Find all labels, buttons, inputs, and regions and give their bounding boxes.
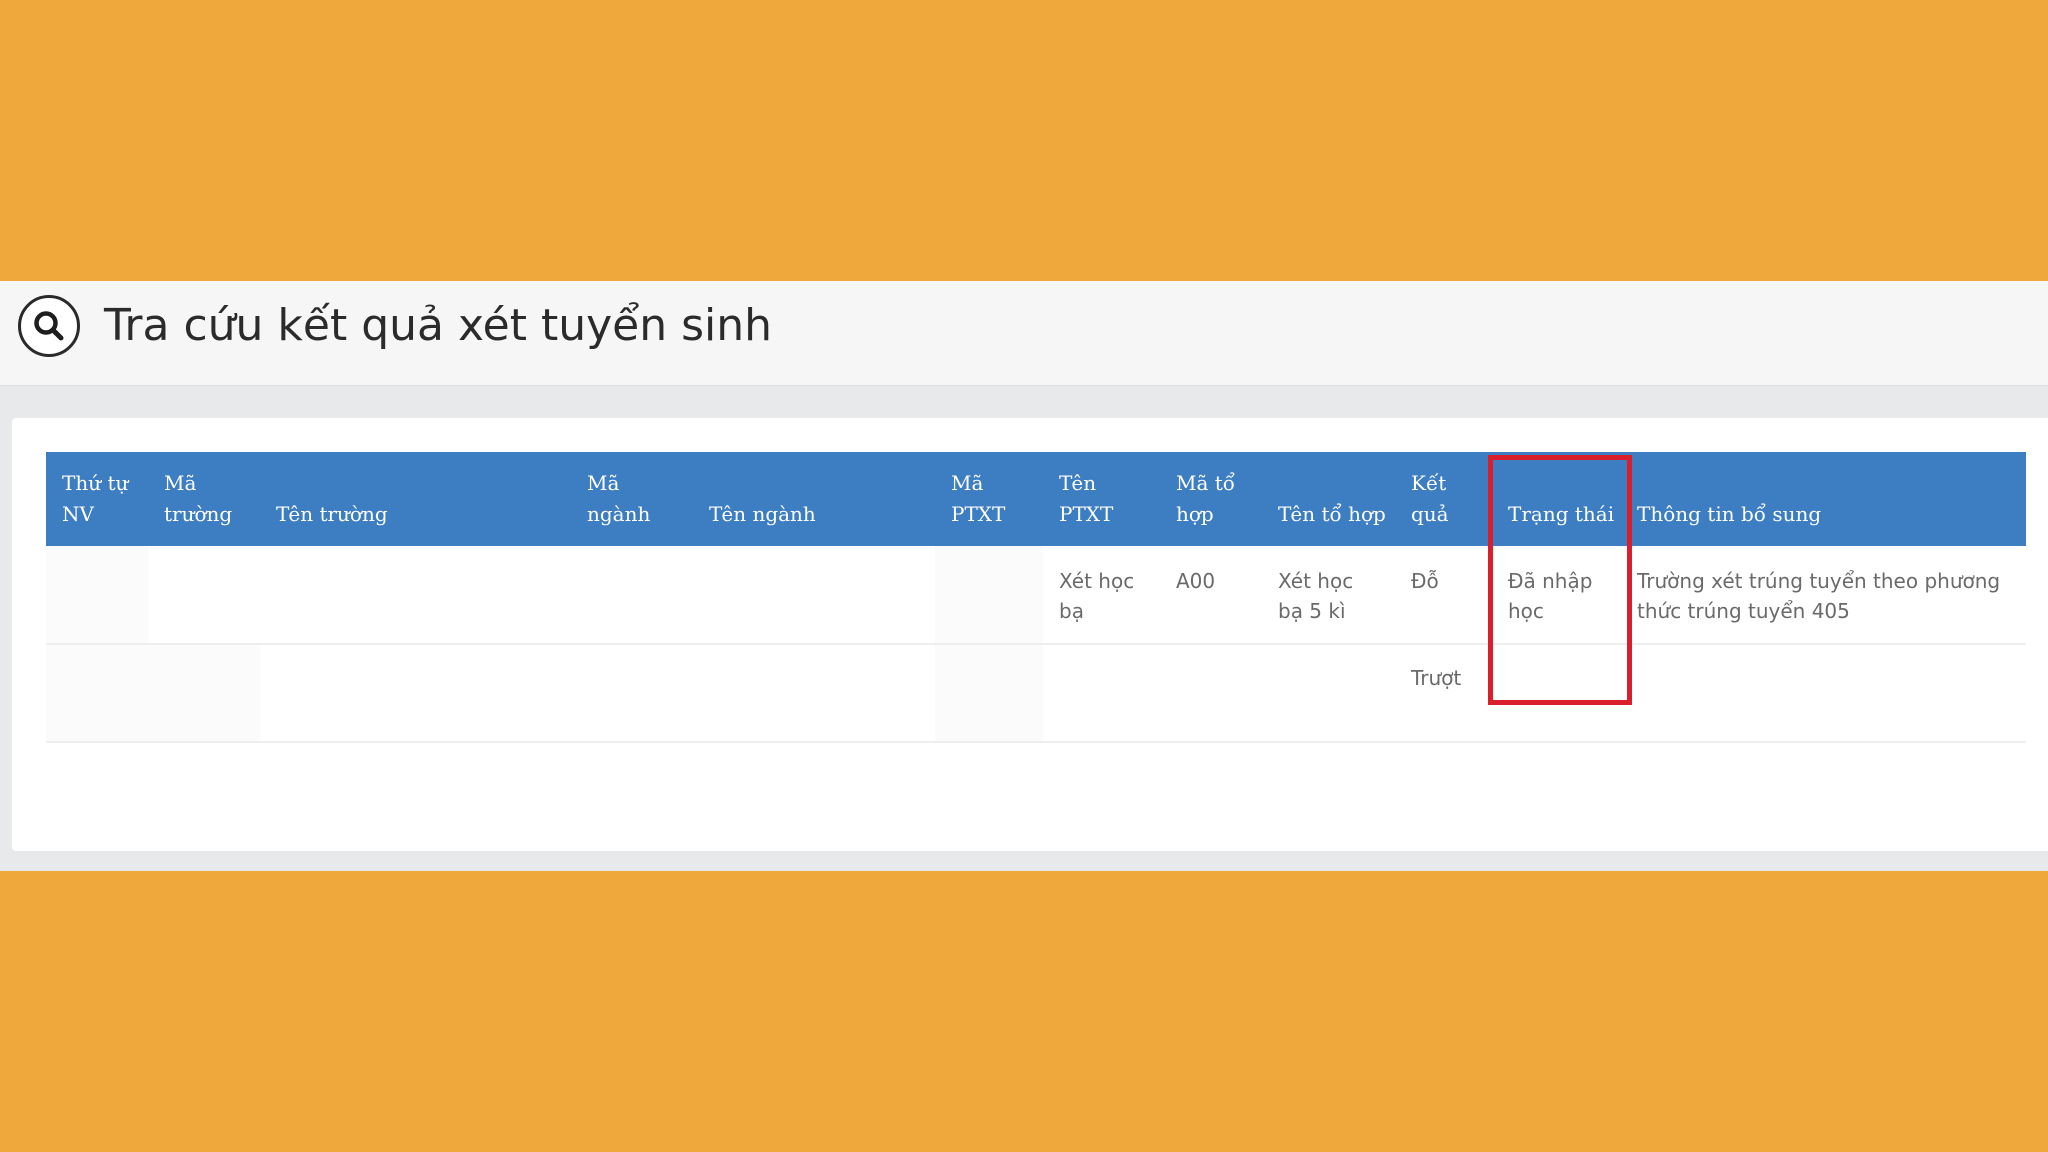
header-ma-ptxt[interactable]: Mã PTXT	[935, 452, 1043, 546]
cell-ten-ptxt	[1043, 644, 1160, 743]
header-ma-nganh[interactable]: Mã ngành	[571, 452, 693, 546]
cell-ten-to-hop	[1262, 644, 1395, 743]
table-row[interactable]: Trượt	[46, 644, 2026, 743]
header-ma-to-hop[interactable]: Mã tổ hợp	[1160, 452, 1262, 546]
cell-ma-truong	[148, 546, 260, 645]
results-card: Thứ tự NV Mã trường Tên trường Mã ngành Tên…	[12, 418, 2048, 851]
cell-ten-nganh	[693, 644, 935, 743]
title-bar: Tra cứu kết quả xét tuyển sinh	[0, 281, 2048, 386]
header-ten-truong[interactable]: Tên trường	[260, 452, 571, 546]
cell-ma-to-hop	[1160, 644, 1262, 743]
cell-thu-tu-nv	[46, 644, 148, 743]
search-glyph	[34, 311, 64, 341]
header-ten-nganh[interactable]: Tên ngành	[693, 452, 935, 546]
cell-thong-tin-bo-sung: Trường xét trúng tuyển theo phương thức t…	[1621, 546, 2026, 645]
cell-thu-tu-nv	[46, 546, 148, 645]
cell-ma-ptxt	[935, 644, 1043, 743]
header-ket-qua[interactable]: Kết quả	[1395, 452, 1492, 546]
header-thong-tin-bo-sung[interactable]: Thông tin bổ sung	[1621, 452, 2026, 546]
cell-ma-to-hop: A00	[1160, 546, 1262, 645]
cell-ten-ptxt: Xét học bạ	[1043, 546, 1160, 645]
cell-ten-nganh	[693, 546, 935, 645]
cell-ket-qua: Đỗ	[1395, 546, 1492, 645]
table-row[interactable]: Xét học bạ A00 Xét học bạ 5 kì Đỗ Đã nhập h…	[46, 546, 2026, 645]
cell-ma-truong	[148, 644, 260, 743]
table-header-row: Thứ tự NV Mã trường Tên trường Mã ngành Tên…	[46, 452, 2026, 546]
header-trang-thai[interactable]: Trạng thái	[1492, 452, 1621, 546]
cell-ma-nganh	[571, 546, 693, 645]
header-ten-to-hop[interactable]: Tên tổ hợp	[1262, 452, 1395, 546]
header-ten-ptxt[interactable]: Tên PTXT	[1043, 452, 1160, 546]
page-title: Tra cứu kết quả xét tuyển sinh	[104, 300, 772, 351]
cell-ten-truong	[260, 546, 571, 645]
cell-trang-thai: Đã nhập học	[1492, 546, 1621, 645]
cell-ma-ptxt	[935, 546, 1043, 645]
cell-ma-nganh	[571, 644, 693, 743]
cell-trang-thai	[1492, 644, 1621, 743]
cell-thong-tin-bo-sung	[1621, 644, 2026, 743]
lookup-screen: Tra cứu kết quả xét tuyển sinh Thứ tựNV	[0, 281, 2048, 871]
results-table: Thứ tự NV Mã trường Tên trường Mã ngành Tên…	[46, 452, 2026, 743]
search-icon[interactable]	[18, 295, 80, 357]
cell-ten-to-hop: Xét học bạ 5 kì	[1262, 546, 1395, 645]
cell-ten-truong	[260, 644, 571, 743]
cell-ket-qua: Trượt	[1395, 644, 1492, 743]
header-ma-truong[interactable]: Mã trường	[148, 452, 260, 546]
header-thu-tu-nv[interactable]: Thứ tự NV	[46, 452, 148, 546]
